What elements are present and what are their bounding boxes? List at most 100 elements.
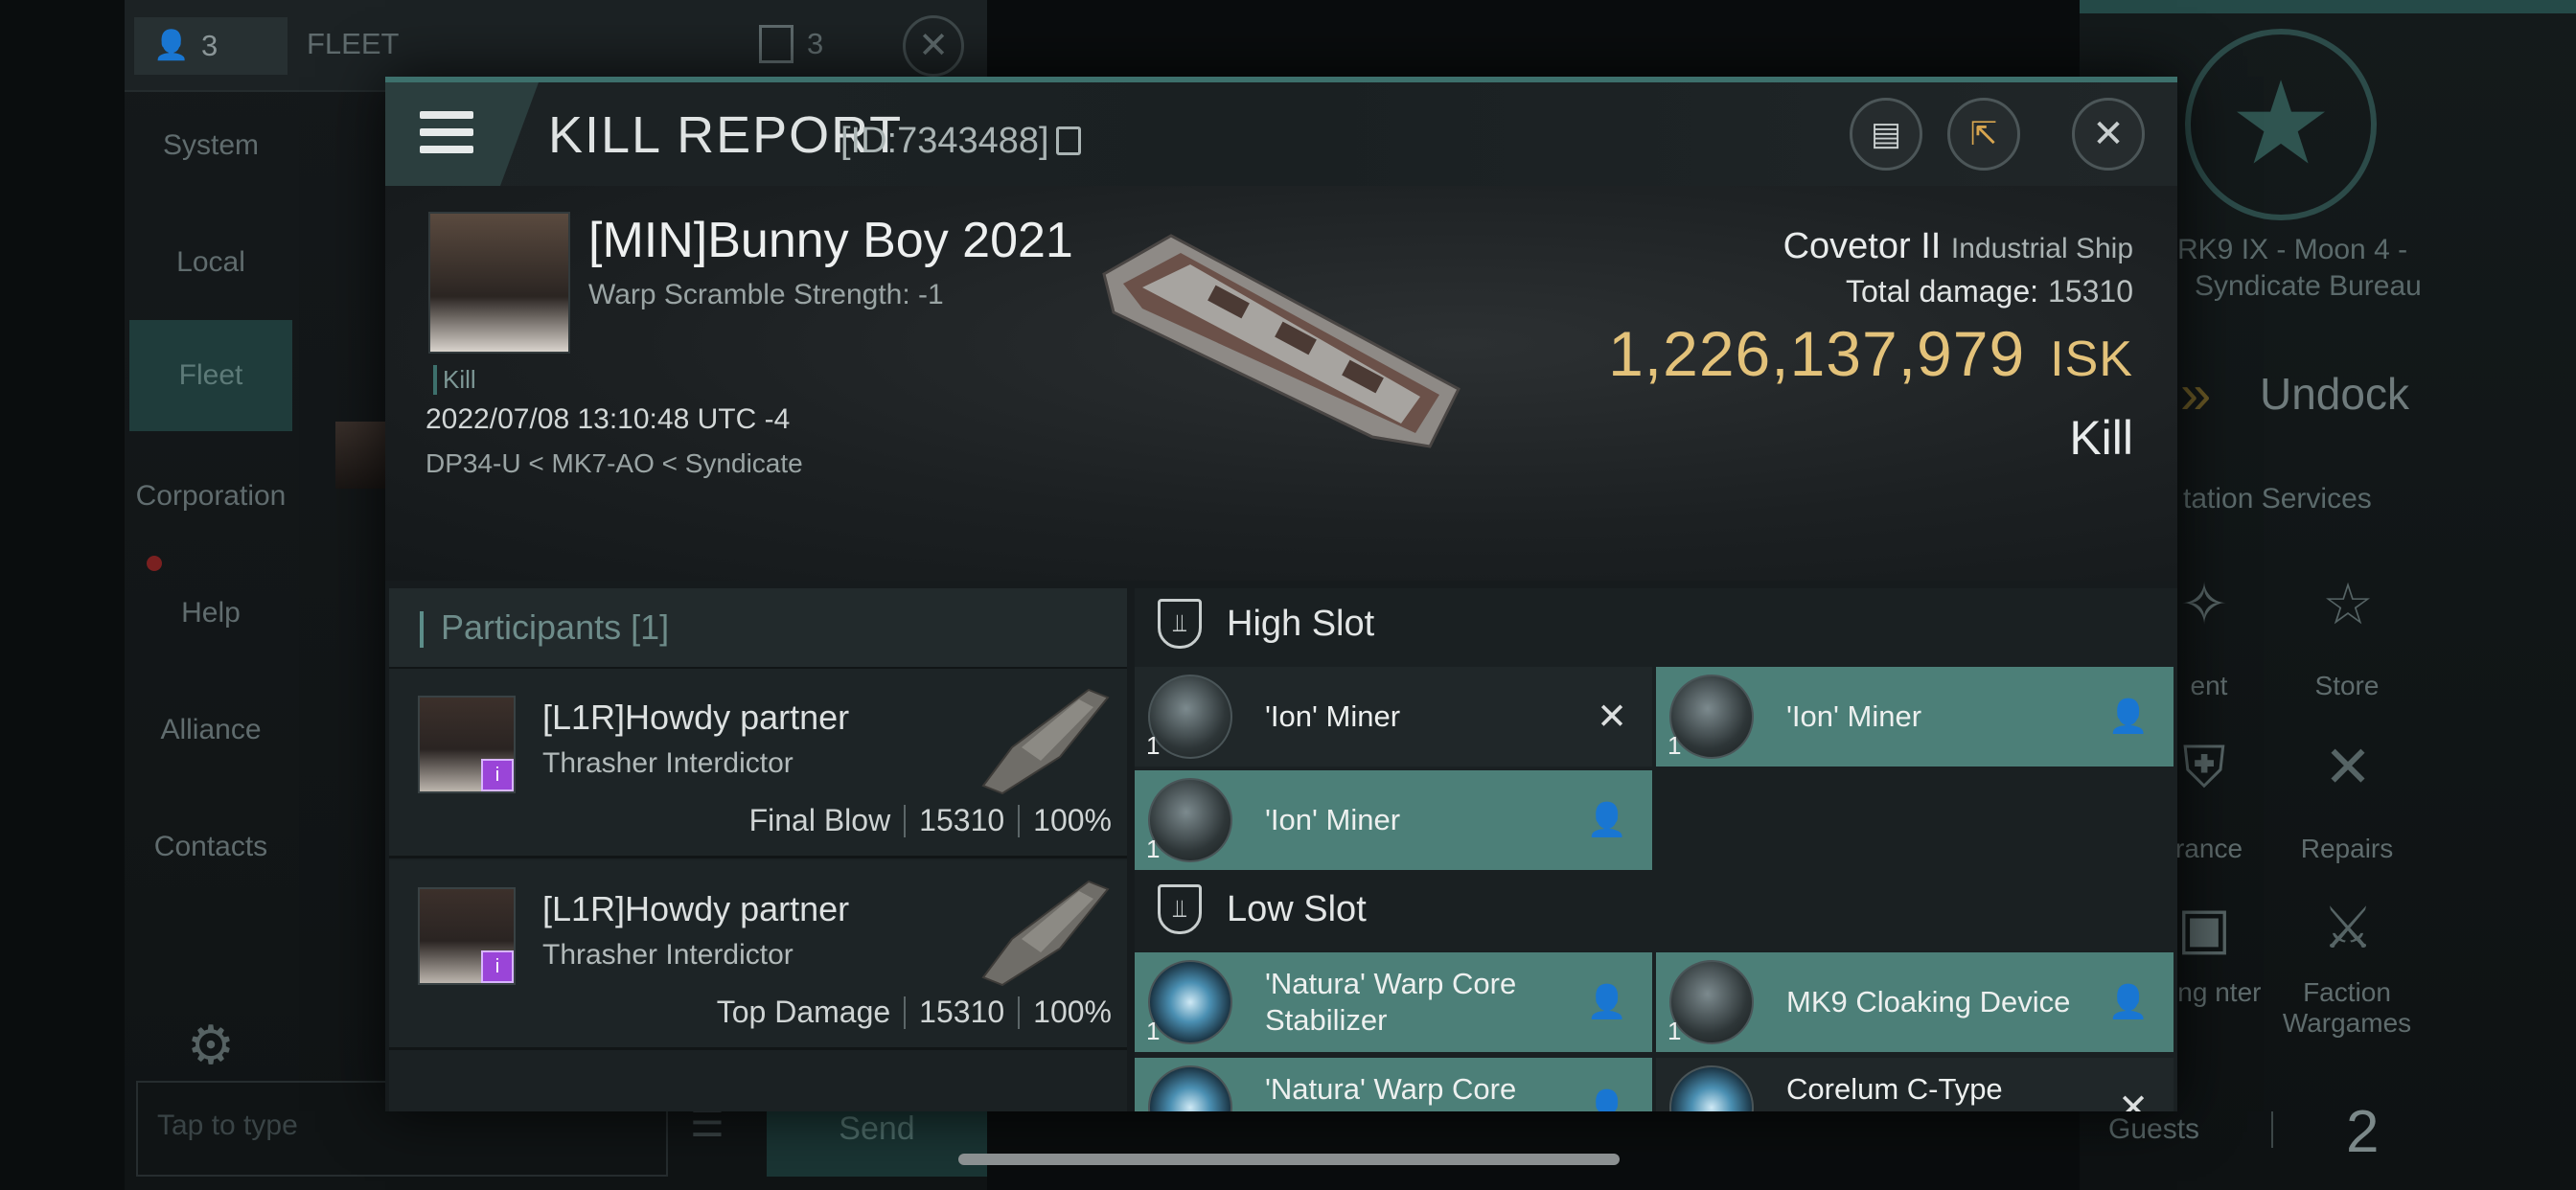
undock-button[interactable]: Undock (2260, 368, 2409, 420)
hamburger-icon[interactable] (420, 111, 473, 153)
kill-location[interactable]: DP34-U < MK7-AO < Syndicate (426, 448, 803, 479)
fitting-panel: ⫫ High Slot 1 'Ion' Miner ✕ 1 'Ion' Mine… (1135, 588, 2177, 1111)
total-damage-label: Total damage: (1846, 274, 2039, 309)
guests-count: 2 (2346, 1099, 2380, 1165)
repairs-icon: ✕ (2323, 735, 2373, 799)
chat-list-icon[interactable] (759, 25, 794, 63)
chat-nav: System Local Fleet Corporation Help Alli… (129, 96, 292, 1075)
module-name: MK9 Cloaking Device (1786, 985, 2071, 1018)
module-name: 'Ion' Miner (1265, 699, 1401, 733)
kill-report-id: [ID:7343488] (840, 121, 1049, 161)
close-button[interactable]: ✕ (2072, 98, 2145, 171)
gear-icon[interactable]: ⚙ (177, 1014, 244, 1081)
dropped-person-icon: 👤 (2107, 984, 2149, 1020)
afterburner-icon (1669, 1065, 1754, 1111)
participant-ship: Thrasher Interdictor (542, 939, 794, 971)
victim-ship-name[interactable]: Covetor II Industrial Ship (1783, 226, 2133, 267)
warp-core-stabilizer-icon (1148, 1065, 1232, 1111)
nav-help[interactable]: Help (129, 563, 292, 663)
module-item[interactable]: 1 'Ion' Miner 👤 (1656, 667, 2174, 767)
low-slot-icon: ⫫ (1158, 884, 1202, 934)
high-slot-icon: ⫫ (1158, 599, 1202, 649)
participant-percent: 100% (1033, 803, 1112, 837)
participant-role: Final Blow (748, 803, 891, 837)
module-name: 'Natura' Warp Core Stabilizer (1265, 967, 1517, 1037)
low-slot-header: ⫫ Low Slot (1135, 874, 2177, 945)
person-icon: 👤 (153, 30, 190, 61)
member-count-box[interactable]: 👤 3 (134, 17, 288, 75)
nav-corporation[interactable]: Corporation (129, 446, 292, 546)
dropped-person-icon: 👤 (2107, 698, 2149, 735)
stat-divider (1018, 804, 1021, 837)
isk-unit: ISK (2050, 332, 2133, 387)
module-item[interactable]: 1 'Natura' Warp Core Stabilizer 👤 (1135, 1058, 1652, 1111)
nav-system[interactable]: System (129, 96, 292, 195)
dropped-person-icon: 👤 (1586, 984, 1627, 1020)
module-quantity: 1 (1668, 1017, 1682, 1045)
station-panel-strip (2080, 0, 2576, 13)
clipboard-button[interactable]: ▤ (1850, 98, 1922, 171)
stat-divider (904, 804, 907, 837)
participant-stats: Final Blow 15310 100% (749, 803, 1112, 838)
warp-core-stabilizer-icon (1148, 960, 1232, 1044)
guests-divider (2271, 1111, 2273, 1148)
copy-icon[interactable] (1056, 126, 1081, 155)
total-damage: Total damage: 15310 (1846, 274, 2133, 309)
participant-percent: 100% (1033, 995, 1112, 1029)
kill-report-dialog: KILL REPORT [ID:7343488] ▤ ⇱ ✕ [MIN]Bunn… (385, 77, 2177, 1111)
module-item[interactable]: 1 MK9 Cloaking Device 👤 (1656, 952, 2174, 1052)
undock-chevron-icon: » (2180, 363, 2212, 425)
module-name: 'Natura' Warp Core Stabilizer (1265, 1072, 1517, 1111)
guests-label: Guests (2108, 1113, 2200, 1145)
module-quantity: 1 (1146, 1017, 1161, 1045)
dropped-person-icon: 👤 (1586, 802, 1627, 838)
participant-row[interactable]: i [L1R]Howdy partner Thrasher Interdicto… (389, 860, 1127, 1050)
module-item[interactable]: 1 'Natura' Warp Core Stabilizer 👤 (1135, 952, 1652, 1052)
nav-local[interactable]: Local (129, 213, 292, 312)
participant-name: [L1R]Howdy partner (542, 698, 850, 737)
high-slot-label: High Slot (1227, 603, 1375, 644)
service-repairs[interactable]: Repairs (2266, 834, 2428, 864)
participant-damage: 15310 (919, 803, 1005, 837)
stat-divider (1018, 995, 1021, 1029)
member-count: 3 (201, 29, 218, 62)
module-quantity: 1 (1668, 731, 1682, 760)
cloaking-device-icon (1669, 960, 1754, 1044)
participants-header[interactable]: Participants [1] (389, 588, 1127, 669)
service-faction-wargames[interactable]: Faction Wargames (2266, 977, 2428, 1039)
participants-panel: Participants [1] i [L1R]Howdy partner Th… (389, 588, 1127, 1111)
participant-role: Top Damage (716, 995, 891, 1029)
module-item[interactable]: 1 'Ion' Miner 👤 (1135, 770, 1652, 870)
miner-icon (1148, 675, 1232, 759)
victim-ship-image (1102, 234, 1460, 448)
nav-fleet[interactable]: Fleet (129, 320, 292, 431)
nav-contacts[interactable]: Contacts (129, 797, 292, 897)
chat-avatar (335, 422, 385, 489)
participant-damage: 15310 (919, 995, 1005, 1029)
module-item[interactable]: 1 Corelum C-Type Medium Afterburner ✕ (1656, 1058, 2174, 1111)
module-name: 'Ion' Miner (1265, 803, 1401, 836)
module-quantity: 1 (1146, 731, 1161, 760)
chat-close-icon[interactable]: ✕ (903, 15, 964, 77)
share-button[interactable]: ⇱ (1947, 98, 2020, 171)
victim-avatar[interactable] (428, 212, 570, 354)
participant-ship-image (981, 880, 1110, 987)
miner-icon (1669, 675, 1754, 759)
home-indicator[interactable] (958, 1154, 1620, 1165)
destroyed-icon: ✕ (2118, 1087, 2149, 1112)
unread-count: 3 (807, 27, 824, 60)
nes-store-icon: ☆ (2322, 572, 2374, 636)
kill-timestamp: 2022/07/08 13:10:48 UTC -4 (426, 403, 791, 435)
participants-header-label: Participants [1] (441, 607, 670, 647)
participant-ship-image (981, 688, 1110, 795)
module-item[interactable]: 1 'Ion' Miner ✕ (1135, 667, 1652, 767)
security-badge-icon: i (481, 759, 514, 791)
nav-alliance[interactable]: Alliance (129, 680, 292, 780)
participant-row[interactable]: i [L1R]Howdy partner Thrasher Interdicto… (389, 669, 1127, 858)
share-icon: ⇱ (1969, 116, 1998, 152)
service-store[interactable]: Store (2266, 671, 2428, 701)
ship-type-name: Covetor II (1782, 226, 1942, 266)
victim-name[interactable]: [MIN]Bunny Boy 2021 (588, 212, 1073, 269)
faction-wargames-icon: ⚔ (2322, 896, 2374, 960)
security-badge-icon: i (481, 950, 514, 983)
